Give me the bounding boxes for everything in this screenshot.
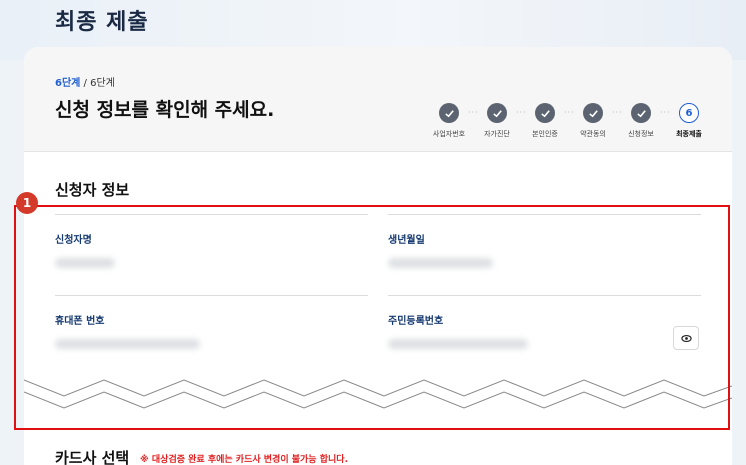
step-number: 6 [679,103,699,123]
step-final-submit: 6 최종제출 [664,103,714,139]
step-label: 사업자번호 [432,130,466,138]
total-steps: / 6단계 [80,78,115,89]
step-identity-auth: 본인인증 [520,103,570,139]
cut-indicator [24,379,732,409]
page-title: 최종 제출 [55,10,149,35]
redacted-value [388,258,493,268]
annotation-badge: 1 [16,192,38,214]
field-resident-number: 주민등록번호 [388,295,701,349]
applicant-section-title: 신청자 정보 [55,181,130,199]
divider [55,214,368,215]
step-terms-agreement: 약관동의 [568,103,618,139]
check-icon [631,103,651,123]
check-icon [583,103,603,123]
check-icon [535,103,555,123]
divider [388,295,701,296]
step-label: 신청정보 [628,130,654,138]
check-icon [487,103,507,123]
redacted-value [55,339,200,349]
card-change-warning: ※ 대상검증 완료 후에는 카드사 변경이 불가능 합니다. [140,455,348,465]
step-business-number: 사업자번호 [424,103,474,139]
step-label: 자가진단 [484,130,510,138]
step-label: 약관동의 [580,130,606,138]
field-label: 생년월일 [388,235,425,246]
field-label: 주민등록번호 [388,316,444,327]
header-title: 신청 정보를 확인해 주세요. [55,99,275,121]
redacted-value [388,339,528,349]
field-birth-date: 생년월일 [388,214,701,268]
field-label: 신청자명 [55,235,92,246]
step-application-info: 신청정보 [616,103,666,139]
divider [388,214,701,215]
step-label: 본인인증 [532,130,558,138]
current-step: 6단계 [55,78,81,89]
card-company-section-title: 카드사 선택 [55,449,130,465]
reveal-button[interactable] [673,326,699,350]
divider [55,295,368,296]
step-self-diagnosis: 자가진단 [472,103,522,139]
step-label: 최종제출 [676,130,702,138]
progress-stepper: 사업자번호 ··· 자가진단 ··· 본인인증 ··· 약관동의 ··· 신청정… [424,103,714,139]
field-label: 휴대폰 번호 [55,316,105,327]
field-phone-number: 휴대폰 번호 [55,295,368,349]
check-icon [439,103,459,123]
field-applicant-name: 신청자명 [55,214,368,268]
card-header: 6단계 / 6단계 신청 정보를 확인해 주세요. 사업자번호 ··· 자가진단… [24,47,732,152]
eye-icon [680,334,692,342]
redacted-value [55,258,115,268]
content-card: 6단계 / 6단계 신청 정보를 확인해 주세요. 사업자번호 ··· 자가진단… [24,47,732,465]
step-indicator: 6단계 / 6단계 [55,74,115,89]
